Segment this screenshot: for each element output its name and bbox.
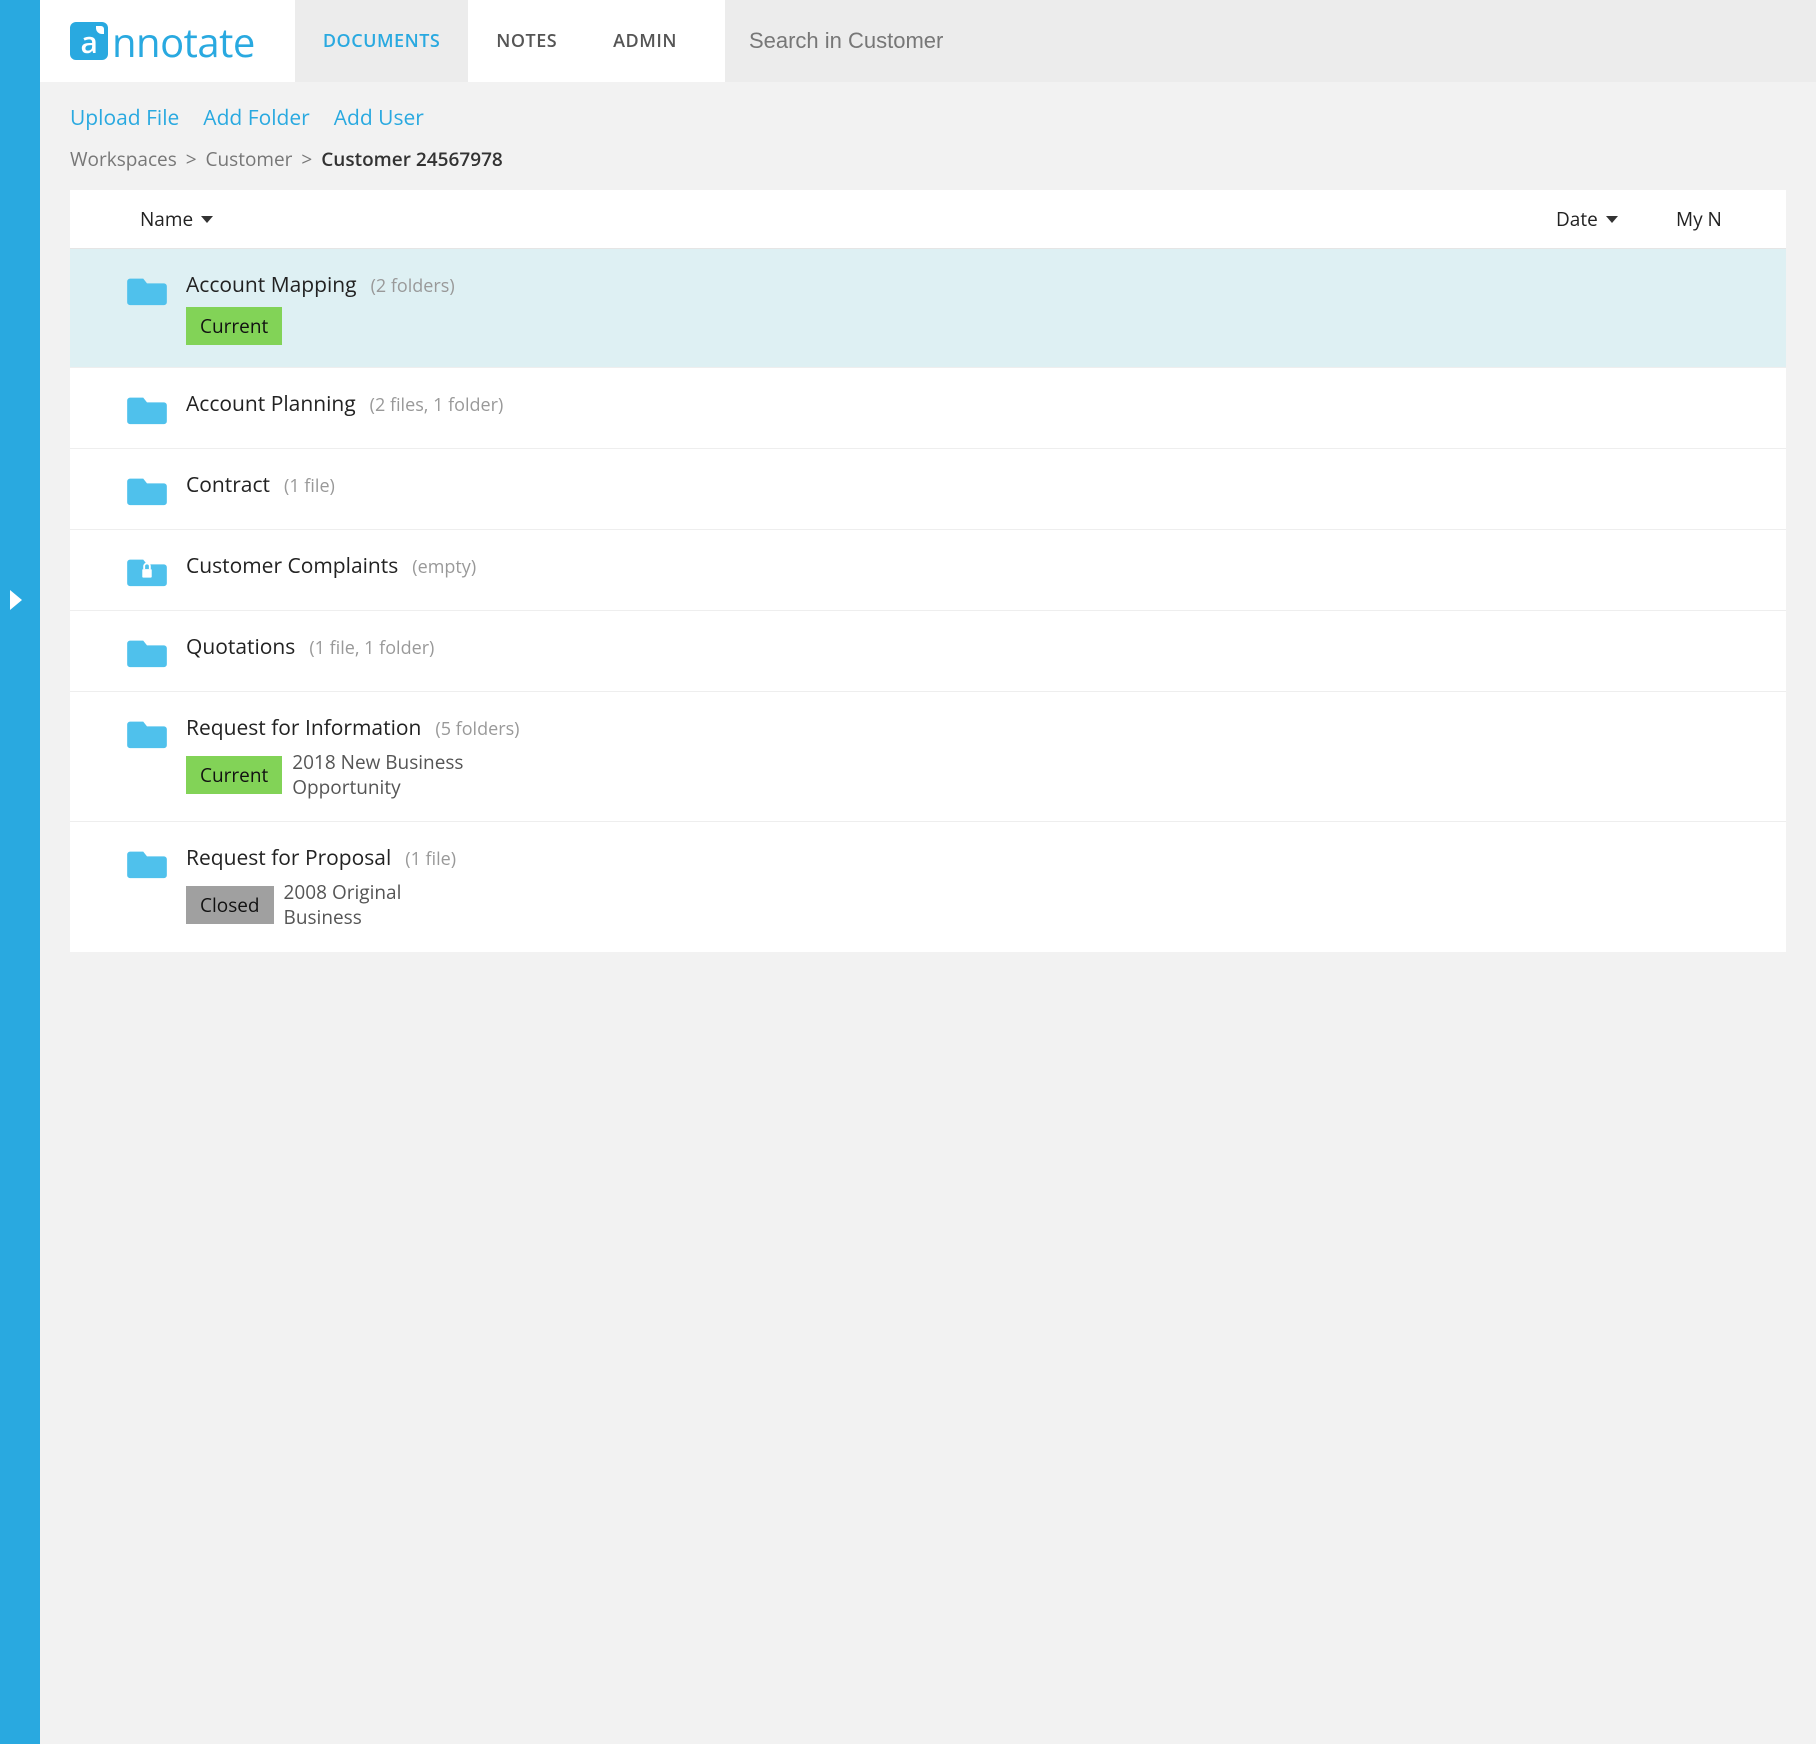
- column-notes[interactable]: My N: [1676, 206, 1756, 232]
- left-rail: [0, 0, 40, 1744]
- folder-icon: [126, 635, 168, 669]
- folder-title: Customer Complaints: [186, 552, 398, 580]
- column-notes-label: My N: [1676, 206, 1722, 232]
- folder-title: Contract: [186, 471, 270, 499]
- row-body: Account Planning (2 files, 1 folder): [186, 390, 1756, 418]
- folder-meta: (1 file, 1 folder): [309, 636, 434, 660]
- folder-listing: Name Date My N Account Mapping (2 folders…: [70, 190, 1786, 952]
- status-tag: Current: [186, 756, 282, 794]
- app-logo[interactable]: annotate: [70, 14, 255, 69]
- column-name[interactable]: Name: [140, 206, 1556, 232]
- folder-row[interactable]: Contract (1 file): [70, 449, 1786, 530]
- folder-row[interactable]: Customer Complaints (empty): [70, 530, 1786, 611]
- folder-title: Request for Proposal: [186, 844, 391, 872]
- column-name-label: Name: [140, 206, 193, 232]
- breadcrumb-separator: >: [181, 146, 202, 172]
- folder-title: Request for Information: [186, 714, 421, 742]
- logo-text: nnotate: [112, 14, 255, 69]
- nav-tabs: DOCUMENTSNOTESADMIN: [295, 0, 705, 82]
- add-user-link[interactable]: Add User: [334, 104, 424, 132]
- folder-title: Quotations: [186, 633, 295, 661]
- row-body: Request for Information (5 folders) Curren…: [186, 714, 1756, 799]
- folder-icon: [126, 846, 168, 880]
- logo-mark-icon: a: [70, 22, 108, 60]
- column-date[interactable]: Date: [1556, 206, 1676, 232]
- row-body: Contract (1 file): [186, 471, 1756, 499]
- list-header: Name Date My N: [70, 190, 1786, 249]
- breadcrumb-item[interactable]: Customer: [206, 146, 293, 172]
- row-body: Customer Complaints (empty): [186, 552, 1756, 580]
- folder-meta: (1 file): [284, 474, 335, 498]
- tag-description: 2008 Original Business: [284, 880, 484, 929]
- folder-icon: [126, 273, 168, 307]
- folder-title: Account Mapping: [186, 271, 357, 299]
- status-tag: Current: [186, 307, 282, 345]
- folder-title: Account Planning: [186, 390, 356, 418]
- nav-tab-notes[interactable]: NOTES: [468, 0, 585, 82]
- search-input[interactable]: [725, 0, 1816, 82]
- folder-row[interactable]: Request for Information (5 folders) Curren…: [70, 692, 1786, 822]
- status-tag: Closed: [186, 886, 274, 924]
- folder-meta: (1 file): [405, 847, 456, 871]
- folder-meta: (5 folders): [435, 717, 519, 741]
- folder-meta: (2 folders): [371, 274, 455, 298]
- folder-row[interactable]: Account Mapping (2 folders) Current: [70, 249, 1786, 368]
- subbar: Upload File Add Folder Add User Workspac…: [40, 82, 1816, 182]
- breadcrumb: Workspaces > Customer > Customer 2456797…: [70, 146, 1786, 172]
- locked-folder-icon: [126, 554, 168, 588]
- nav-tab-documents[interactable]: DOCUMENTS: [295, 0, 468, 82]
- chevron-down-icon: [201, 216, 213, 223]
- folder-row[interactable]: Quotations (1 file, 1 folder): [70, 611, 1786, 692]
- add-folder-link[interactable]: Add Folder: [203, 104, 309, 132]
- folder-icon: [126, 392, 168, 426]
- folder-meta: (2 files, 1 folder): [370, 393, 504, 417]
- row-body: Quotations (1 file, 1 folder): [186, 633, 1756, 661]
- column-date-label: Date: [1556, 206, 1598, 232]
- tag-description: 2018 New Business Opportunity: [292, 750, 492, 799]
- folder-row[interactable]: Account Planning (2 files, 1 folder): [70, 368, 1786, 449]
- breadcrumb-item: Customer 24567978: [321, 146, 503, 172]
- row-body: Account Mapping (2 folders) Current: [186, 271, 1756, 345]
- folder-meta: (empty): [412, 555, 476, 579]
- upload-file-link[interactable]: Upload File: [70, 104, 179, 132]
- folder-icon: [126, 473, 168, 507]
- breadcrumb-item[interactable]: Workspaces: [70, 146, 177, 172]
- expand-rail-icon[interactable]: [10, 590, 22, 610]
- nav-tab-admin[interactable]: ADMIN: [585, 0, 705, 82]
- chevron-down-icon: [1606, 216, 1618, 223]
- breadcrumb-separator: >: [296, 146, 317, 172]
- folder-row[interactable]: Request for Proposal (1 file) Closed 2008 O…: [70, 822, 1786, 951]
- row-body: Request for Proposal (1 file) Closed 2008 O…: [186, 844, 1756, 929]
- folder-icon: [126, 716, 168, 750]
- topbar: annotate DOCUMENTSNOTESADMIN: [40, 0, 1816, 82]
